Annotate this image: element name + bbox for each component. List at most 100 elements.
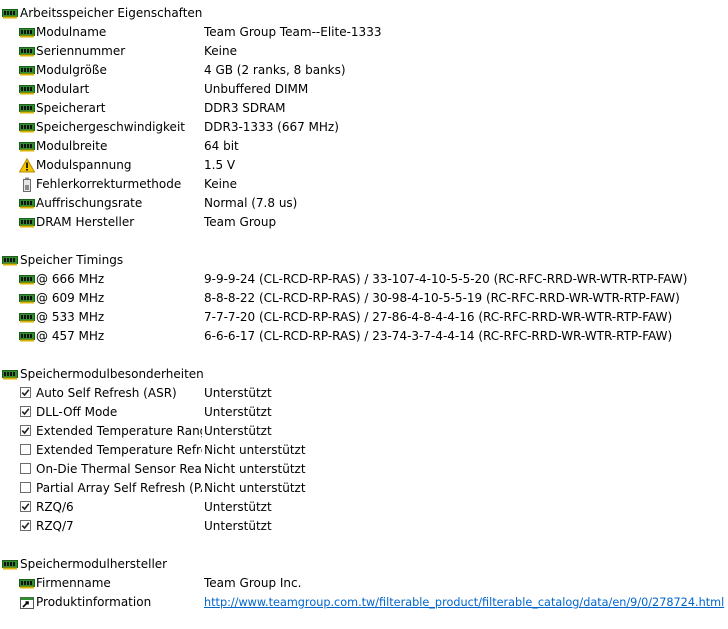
property-value: Unterstützt: [204, 386, 272, 400]
memory-module-icon: [2, 367, 18, 382]
unchecked-checkbox-icon: [20, 463, 31, 474]
product-info-link[interactable]: http://www.teamgroup.com.tw/filterable_p…: [204, 593, 724, 612]
property-label: Modulgröße: [36, 63, 107, 77]
memory-module-icon: [19, 291, 35, 306]
property-label: Modulspannung: [36, 158, 132, 172]
checked-checkbox-icon: [20, 406, 31, 417]
property-value: Unterstützt: [204, 500, 272, 514]
property-label: Speicherart: [36, 101, 106, 115]
warning-icon: [19, 158, 35, 173]
property-value: 9-9-9-24 (CL-RCD-RP-RAS) / 33-107-4-10-5…: [204, 272, 688, 286]
property-label: Produktinformation: [36, 595, 152, 609]
property-label: @ 609 MHz: [36, 291, 105, 305]
property-value: Team Group Team--Elite-1333: [204, 25, 382, 39]
property-label: Partial Array Self Refresh (PA...: [36, 481, 202, 495]
property-label: Fehlerkorrekturmethode: [36, 177, 182, 191]
memory-module-icon: [19, 196, 35, 211]
property-label: Extended Temperature Range: [36, 424, 202, 438]
property-label: Speichergeschwindigkeit: [36, 120, 185, 134]
memory-module-icon: [19, 63, 35, 78]
property-value: 1.5 V: [204, 158, 236, 172]
property-label: RZQ/7: [36, 519, 74, 533]
memory-module-icon: [19, 82, 35, 97]
property-value: 7-7-7-20 (CL-RCD-RP-RAS) / 27-86-4-8-4-4…: [204, 310, 673, 324]
group-header[interactable]: Speicher Timings: [0, 251, 728, 270]
battery-icon: [19, 177, 35, 192]
group-header[interactable]: Speichermodulhersteller: [0, 555, 728, 574]
memory-module-icon: [19, 139, 35, 154]
memory-module-icon: [2, 6, 18, 21]
property-label: Firmenname: [36, 576, 111, 590]
memory-module-icon: [19, 44, 35, 59]
property-row[interactable]: Modulname Team Group Team--Elite-1333: [0, 23, 728, 42]
property-row[interactable]: @ 666 MHz 9-9-9-24 (CL-RCD-RP-RAS) / 33-1…: [0, 270, 728, 289]
property-row[interactable]: Extended Temperature Range Unterstützt: [0, 422, 728, 441]
property-row[interactable]: Auffrischungsrate Normal (7.8 us): [0, 194, 728, 213]
property-row[interactable]: On-Die Thermal Sensor Rea... Nicht unters…: [0, 460, 728, 479]
memory-module-icon: [2, 557, 18, 572]
property-row[interactable]: @ 609 MHz 8-8-8-22 (CL-RCD-RP-RAS) / 30-9…: [0, 289, 728, 308]
memory-module-icon: [19, 329, 35, 344]
property-value: Unterstützt: [204, 405, 272, 419]
group-title: Speicher Timings: [20, 253, 124, 267]
memory-module-icon: [19, 310, 35, 325]
checked-checkbox-icon: [20, 520, 31, 531]
property-row[interactable]: Fehlerkorrekturmethode Keine: [0, 175, 728, 194]
unchecked-checkbox-icon: [20, 444, 31, 455]
property-row[interactable]: Speicherart DDR3 SDRAM: [0, 99, 728, 118]
property-row[interactable]: Seriennummer Keine: [0, 42, 728, 61]
memory-properties-list: Arbeitsspeicher Eigenschaften Modulname Te…: [0, 0, 728, 629]
property-row[interactable]: Auto Self Refresh (ASR) Unterstützt: [0, 384, 728, 403]
checked-checkbox-icon: [20, 501, 31, 512]
property-value: 6-6-6-17 (CL-RCD-RP-RAS) / 23-74-3-7-4-4…: [204, 329, 673, 343]
group-header[interactable]: Speichermodulbesonderheiten: [0, 365, 728, 384]
unchecked-checkbox-icon: [20, 482, 31, 493]
memory-module-icon: [19, 215, 35, 230]
property-label: @ 666 MHz: [36, 272, 105, 286]
property-value: DDR3-1333 (667 MHz): [204, 120, 339, 134]
property-label: RZQ/6: [36, 500, 74, 514]
property-label: Extended Temperature Refre...: [36, 443, 202, 457]
property-row[interactable]: @ 533 MHz 7-7-7-20 (CL-RCD-RP-RAS) / 27-8…: [0, 308, 728, 327]
property-value: Unterstützt: [204, 424, 272, 438]
property-value: Keine: [204, 177, 237, 191]
property-label: DRAM Hersteller: [36, 215, 135, 229]
property-row[interactable]: @ 457 MHz 6-6-6-17 (CL-RCD-RP-RAS) / 23-7…: [0, 327, 728, 346]
memory-module-icon: [19, 25, 35, 40]
property-value: 8-8-8-22 (CL-RCD-RP-RAS) / 30-98-4-10-5-…: [204, 291, 680, 305]
checked-checkbox-icon: [20, 425, 31, 436]
group-title: Speichermodulbesonderheiten: [20, 367, 204, 381]
property-row[interactable]: Firmenname Team Group Inc.: [0, 574, 728, 593]
property-value: Team Group: [204, 215, 277, 229]
memory-module-icon: [19, 272, 35, 287]
link-icon: [19, 595, 35, 610]
property-value: 4 GB (2 ranks, 8 banks): [204, 63, 346, 77]
property-row[interactable]: Produktinformation http://www.teamgroup.c…: [0, 593, 728, 612]
memory-module-icon: [19, 101, 35, 116]
property-row[interactable]: DLL-Off Mode Unterstützt: [0, 403, 728, 422]
group-header[interactable]: Arbeitsspeicher Eigenschaften: [0, 4, 728, 23]
property-row[interactable]: Partial Array Self Refresh (PA... Nicht u…: [0, 479, 728, 498]
group-title: Speichermodulhersteller: [20, 557, 168, 571]
memory-module-icon: [19, 120, 35, 135]
property-row[interactable]: Modulbreite 64 bit: [0, 137, 728, 156]
property-row[interactable]: RZQ/6 Unterstützt: [0, 498, 728, 517]
property-value: 64 bit: [204, 139, 239, 153]
property-label: @ 533 MHz: [36, 310, 105, 324]
property-label: Seriennummer: [36, 44, 126, 58]
property-value: Nicht unterstützt: [204, 462, 306, 476]
property-row[interactable]: Modulgröße 4 GB (2 ranks, 8 banks): [0, 61, 728, 80]
property-row[interactable]: Speichergeschwindigkeit DDR3-1333 (667 MH…: [0, 118, 728, 137]
property-row[interactable]: RZQ/7 Unterstützt: [0, 517, 728, 536]
property-row[interactable]: DRAM Hersteller Team Group: [0, 213, 728, 232]
property-row[interactable]: Modulart Unbuffered DIMM: [0, 80, 728, 99]
memory-module-icon: [2, 253, 18, 268]
property-label: @ 457 MHz: [36, 329, 105, 343]
property-row[interactable]: Modulspannung 1.5 V: [0, 156, 728, 175]
property-row[interactable]: Extended Temperature Refre... Nicht unter…: [0, 441, 728, 460]
property-value: DDR3 SDRAM: [204, 101, 286, 115]
property-label: On-Die Thermal Sensor Rea...: [36, 462, 202, 476]
property-value: Keine: [204, 44, 237, 58]
property-label: Modulbreite: [36, 139, 108, 153]
property-value: Normal (7.8 us): [204, 196, 298, 210]
